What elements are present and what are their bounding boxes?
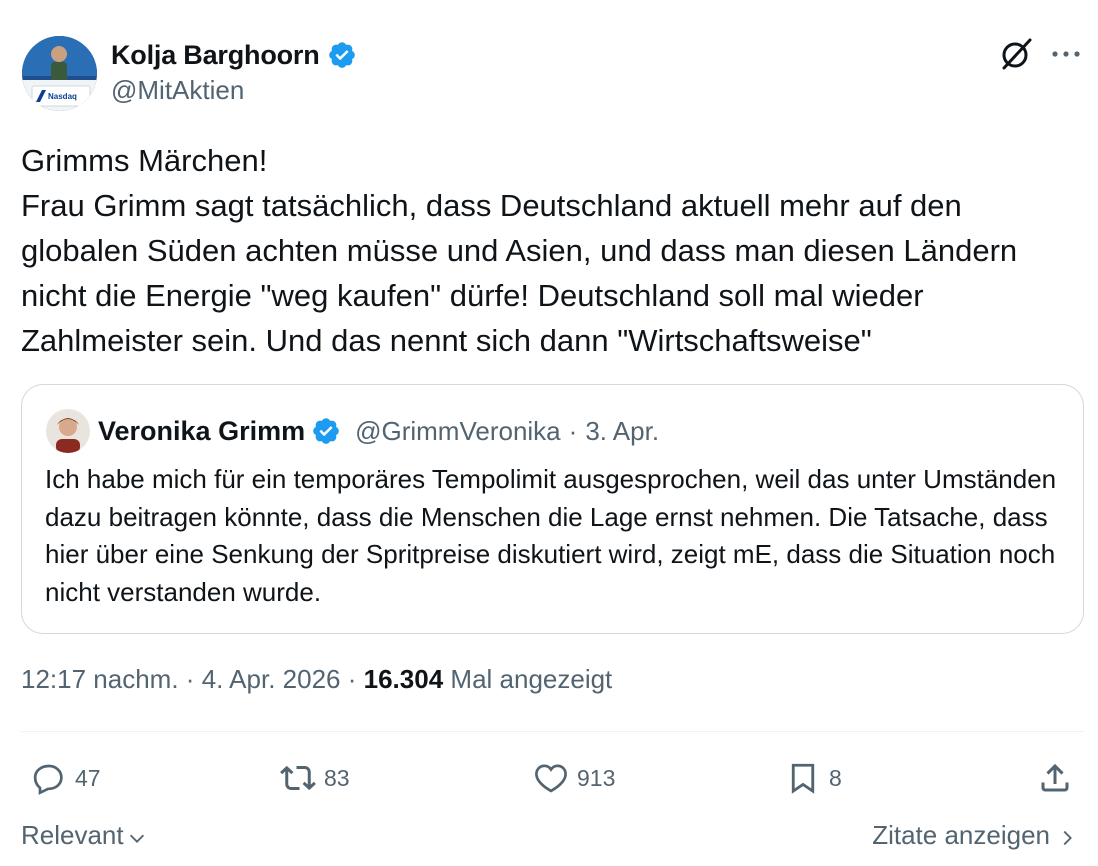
bookmark-button[interactable]: 8 [785,756,842,800]
grok-icon[interactable] [998,36,1034,72]
show-quotes-link[interactable]: Zitate anzeigen [872,820,1078,851]
meta-separator: · [347,664,357,694]
like-button[interactable]: 913 [533,756,615,800]
more-icon[interactable] [1050,42,1082,66]
sort-dropdown[interactable]: Relevant [21,820,148,851]
like-icon [535,764,567,793]
reply-icon [33,764,63,795]
quote-date[interactable]: 3. Apr. [585,416,659,447]
sort-label: Relevant [21,820,124,850]
tweet-text: Grimms Märchen! Frau Grimm sagt tatsächl… [21,143,1018,358]
quote-text: Ich habe mich für ein temporäres Tempoli… [45,464,1057,607]
action-bar: 47 83 913 8 [21,756,1084,800]
view-count-label: Mal angezeigt [450,664,613,694]
meta-separator: · [185,664,195,694]
avatar-logo-text: Nasdaq [48,92,77,101]
reply-count: 47 [75,764,101,791]
verified-badge-icon[interactable] [311,416,341,446]
quoted-tweet[interactable]: Veronika Grimm @GrimmVeronika · 3. Apr. … [21,384,1084,634]
tweet-date[interactable]: 4. Apr. 2026 [202,664,341,694]
quote-separator: · [568,415,578,446]
quote-author-avatar[interactable] [46,409,90,453]
author-name[interactable]: Kolja Barghoorn [111,40,320,71]
share-button[interactable] [1037,756,1073,800]
repost-count: 83 [324,764,350,791]
reply-button[interactable]: 47 [31,756,101,800]
bookmark-icon [791,763,815,794]
tweet-header: Nasdaq Kolja Barghoorn @MitAktien [22,36,1082,112]
verified-badge-icon[interactable] [327,40,357,70]
author-handle[interactable]: @MitAktien [111,75,357,106]
bookmark-count: 8 [829,764,842,791]
tweet-meta: 12:17 nachm. · 4. Apr. 2026 · 16.304 Mal… [21,664,612,695]
quote-header: Veronika Grimm @GrimmVeronika · 3. Apr. [98,411,659,451]
chevron-down-icon [129,834,144,843]
repost-icon [280,765,316,791]
repost-button[interactable]: 83 [280,756,350,800]
quote-author-handle[interactable]: @GrimmVeronika [355,416,561,447]
author-info: Kolja Barghoorn @MitAktien [111,38,357,106]
divider [21,731,1084,732]
quote-author-name[interactable]: Veronika Grimm [98,416,305,447]
like-count: 913 [577,764,616,791]
tweet-time[interactable]: 12:17 nachm. [21,664,179,694]
share-icon [1041,763,1069,792]
show-quotes-label: Zitate anzeigen [872,820,1050,850]
view-count: 16.304 [363,664,444,694]
chevron-right-icon [1063,830,1072,845]
author-avatar[interactable]: Nasdaq [22,36,97,111]
